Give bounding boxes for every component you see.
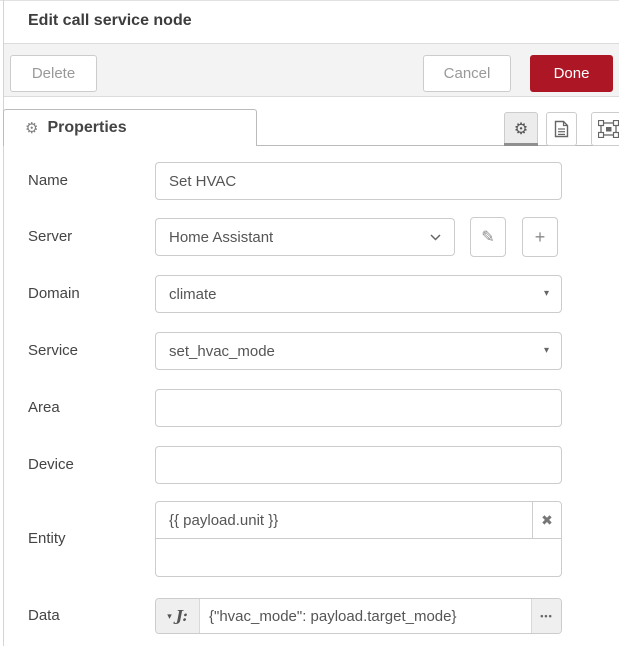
- caret-down-icon: ▾: [167, 611, 172, 622]
- close-icon: ✖: [541, 512, 553, 529]
- service-autocomplete: ▾: [155, 332, 562, 370]
- add-server-button[interactable]: +: [522, 217, 558, 257]
- tab-properties[interactable]: ⚙ Properties: [3, 109, 257, 146]
- name-label: Name: [28, 162, 68, 200]
- appearance-section-button[interactable]: [591, 112, 619, 146]
- entity-label: Entity: [28, 501, 66, 577]
- service-label: Service: [28, 332, 78, 370]
- description-section-button[interactable]: [546, 112, 577, 146]
- delete-button[interactable]: Delete: [10, 55, 97, 92]
- domain-autocomplete: ▾: [155, 275, 562, 313]
- entity-list-item: ✖: [156, 502, 561, 539]
- data-typed-input: ▾ J: {"hvac_mode": payload.target_mode} …: [155, 598, 562, 634]
- pencil-icon: ✎: [481, 227, 494, 247]
- entity-input[interactable]: [156, 502, 531, 538]
- service-input[interactable]: [155, 332, 562, 370]
- domain-input[interactable]: [155, 275, 562, 313]
- document-icon: [554, 120, 569, 138]
- server-select[interactable]: Home Assistant: [155, 218, 455, 256]
- area-input[interactable]: [155, 389, 562, 427]
- data-type-select-button[interactable]: ▾ J:: [156, 599, 200, 633]
- tab-properties-label: Properties: [47, 119, 126, 137]
- area-label: Area: [28, 389, 60, 427]
- jsonata-type-icon: J:: [176, 607, 188, 625]
- cancel-button[interactable]: Cancel: [423, 55, 511, 92]
- device-label: Device: [28, 446, 74, 484]
- edit-server-button[interactable]: ✎: [470, 217, 506, 257]
- plus-icon: +: [535, 227, 546, 248]
- domain-label: Domain: [28, 275, 80, 313]
- done-button[interactable]: Done: [530, 55, 613, 92]
- active-section-underline: [504, 143, 538, 146]
- chevron-down-icon: [430, 234, 441, 241]
- server-label: Server: [28, 218, 72, 256]
- server-select-value: Home Assistant: [169, 229, 273, 246]
- gear-icon: ⚙: [25, 119, 38, 137]
- data-expression-input[interactable]: {"hvac_mode": payload.target_mode}: [200, 599, 531, 633]
- dropdown-caret-icon[interactable]: ▾: [544, 332, 549, 370]
- dialog-title: Edit call service node: [28, 12, 192, 30]
- name-input[interactable]: [155, 162, 562, 200]
- gear-icon: ⚙: [514, 119, 528, 139]
- properties-section-button[interactable]: ⚙: [504, 112, 538, 146]
- dialog-top-border: [0, 0, 619, 1]
- entity-list: ✖: [155, 501, 562, 577]
- edit-call-service-node-dialog: Edit call service node Delete Cancel Don…: [0, 0, 619, 646]
- expand-expression-button[interactable]: •••: [531, 599, 561, 633]
- ellipsis-icon: •••: [540, 611, 552, 621]
- appearance-icon: [598, 120, 619, 138]
- device-input[interactable]: [155, 446, 562, 484]
- data-label: Data: [28, 598, 60, 634]
- dialog-button-bar: Delete Cancel Done: [4, 44, 619, 97]
- dropdown-caret-icon[interactable]: ▾: [544, 275, 549, 313]
- remove-entity-button[interactable]: ✖: [532, 502, 561, 538]
